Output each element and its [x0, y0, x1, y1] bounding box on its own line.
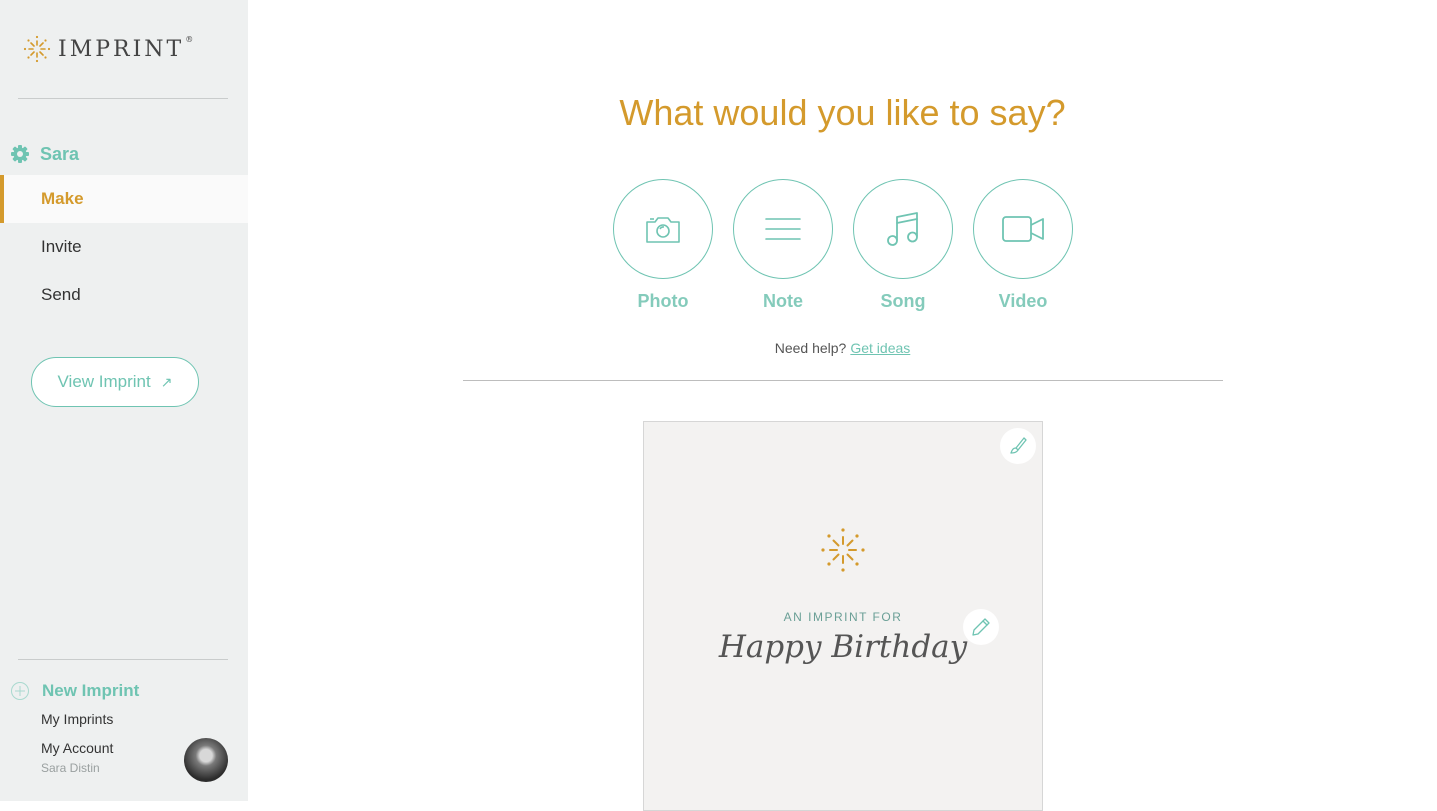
imprint-cover-card: AN IMPRINT FOR Happy Birthday [643, 421, 1043, 811]
help-text: Need help? [774, 340, 847, 356]
option-photo[interactable]: Photo [613, 179, 713, 312]
option-note[interactable]: Note [733, 179, 833, 312]
external-arrow-icon: ↗ [160, 373, 173, 390]
music-note-icon [887, 212, 918, 246]
option-video[interactable]: Video [973, 179, 1073, 312]
gear-icon [11, 145, 29, 163]
sunburst-icon [821, 528, 865, 572]
sunburst-logo-icon [23, 35, 51, 63]
camera-icon [646, 217, 680, 243]
view-imprint-button[interactable]: View Imprint ↗ [31, 357, 199, 407]
option-photo-circle[interactable] [613, 179, 713, 279]
nav-item-label: Invite [41, 237, 82, 256]
nav-item-make[interactable]: Make [0, 175, 248, 223]
option-note-circle[interactable] [733, 179, 833, 279]
view-imprint-label: View Imprint [57, 372, 151, 391]
lines-icon [765, 218, 801, 240]
option-song-circle[interactable] [853, 179, 953, 279]
option-video-circle[interactable] [973, 179, 1073, 279]
nav-item-label: Send [41, 285, 81, 304]
option-note-label: Note [763, 291, 803, 311]
help-line: Need help? Get ideas [248, 340, 1437, 356]
page-title: What would you like to say? [619, 92, 1066, 133]
edit-cover-button[interactable] [1000, 428, 1036, 464]
plus-circle-icon [11, 682, 29, 700]
option-photo-label: Photo [637, 291, 689, 311]
pencil-icon [972, 618, 990, 636]
user-name-label: Sara [40, 143, 80, 164]
nav-item-invite[interactable]: Invite [0, 223, 248, 271]
option-video-label: Video [998, 291, 1048, 311]
nav-item-label: Make [41, 189, 84, 208]
my-imprints-link[interactable]: My Imprints [41, 711, 113, 727]
nav-item-send[interactable]: Send [0, 271, 248, 319]
sidebar-divider-top [18, 98, 228, 99]
sidebar: IMPRINT® Sara Make Invite Send View Impr… [0, 0, 248, 801]
video-camera-icon [1002, 216, 1044, 242]
user-settings-link[interactable]: Sara [10, 141, 79, 167]
option-song-label: Song [880, 291, 926, 311]
new-imprint-label: New Imprint [42, 681, 140, 700]
new-imprint-button[interactable]: New Imprint [10, 680, 139, 702]
avatar[interactable] [184, 738, 228, 782]
get-ideas-link[interactable]: Get ideas [850, 340, 910, 356]
my-account-link[interactable]: My Account [41, 740, 113, 756]
option-song[interactable]: Song [853, 179, 953, 312]
sidebar-divider-bottom [18, 659, 228, 660]
account-user-name: Sara Distin [41, 761, 100, 775]
edit-title-button[interactable] [963, 609, 999, 645]
brush-icon [1010, 437, 1027, 454]
imprint-logo[interactable]: IMPRINT® [22, 34, 193, 64]
content-divider [463, 380, 1223, 381]
logo-wordmark: IMPRINT® [58, 34, 194, 62]
